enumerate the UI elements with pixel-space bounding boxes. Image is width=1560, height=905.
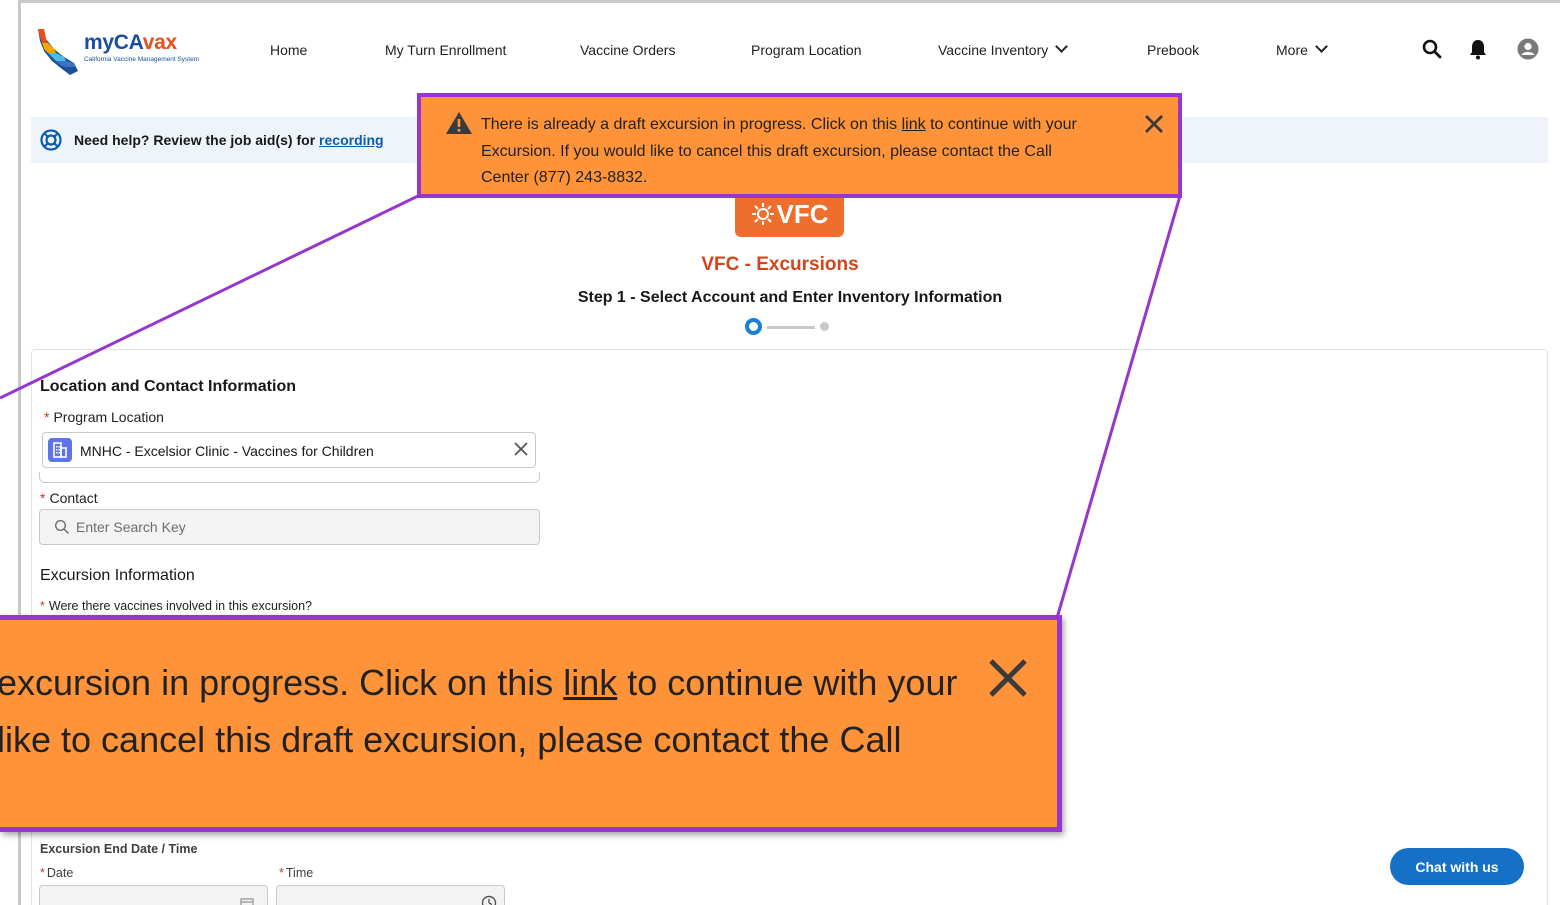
program-location-value: MNHC - Excelsior Clinic - Vaccines for C… <box>80 443 374 459</box>
step-1-indicator[interactable] <box>745 318 762 335</box>
contact-search-input[interactable] <box>39 509 540 545</box>
help-text: Need help? Review the job aid(s) for rec… <box>74 132 384 148</box>
date-label: * Date <box>40 866 74 880</box>
program-location-dropdown <box>39 472 540 483</box>
step-connector <box>767 326 815 329</box>
program-location-pill[interactable]: MNHC - Excelsior Clinic - Vaccines for C… <box>42 432 536 468</box>
search-icon[interactable] <box>1421 38 1443 60</box>
progress-stepper <box>745 318 835 336</box>
excursion-info-heading: Excursion Information <box>40 567 195 584</box>
logo-subtitle: California Vaccine Management System <box>84 56 200 63</box>
clock-icon <box>481 895 497 905</box>
nav-prebook[interactable]: Prebook <box>1147 42 1199 58</box>
vfc-badge-text: VFC <box>776 199 829 229</box>
clear-selection-icon[interactable] <box>512 440 530 458</box>
toast-zoom-callout: excursion in progress. Click on this lin… <box>0 615 1062 832</box>
warning-icon <box>446 112 472 134</box>
bell-icon[interactable] <box>1467 38 1489 60</box>
page-title: VFC - Excursions <box>701 254 859 275</box>
toast-zoom-message: excursion in progress. Click on this lin… <box>0 662 958 760</box>
building-icon <box>48 438 72 462</box>
close-icon <box>989 659 1027 697</box>
continue-draft-link-zoomed: link <box>563 662 618 703</box>
toast-message: There is already a draft excursion in pr… <box>481 116 1077 186</box>
lifebuoy-icon <box>40 129 62 151</box>
search-icon <box>54 519 70 535</box>
step-title: Step 1 - Select Account and Enter Invent… <box>577 289 1003 306</box>
nav-vaccine-inventory[interactable]: Vaccine Inventory <box>938 40 1069 58</box>
chevron-down-icon <box>1315 40 1328 53</box>
time-label: * Time <box>279 866 314 880</box>
chat-with-us-button[interactable]: Chat with us <box>1390 848 1524 885</box>
vfc-program-badge: VFC <box>735 196 844 237</box>
nav-vaccine-orders[interactable]: Vaccine Orders <box>580 42 675 58</box>
mycavax-logo[interactable]: myCAvax California Vaccine Management Sy… <box>34 27 234 77</box>
continue-draft-link[interactable]: link <box>902 116 926 133</box>
step-2-indicator[interactable] <box>820 322 829 331</box>
california-map-icon <box>38 29 78 75</box>
top-nav-bar: myCAvax California Vaccine Management Sy… <box>0 0 1560 100</box>
logo-wordmark: myCAvax <box>84 31 177 54</box>
nav-more-label: More <box>1276 42 1308 58</box>
location-contact-heading: Location and Contact Information <box>40 378 296 395</box>
help-job-aid-link[interactable]: recording <box>319 132 384 148</box>
nav-more[interactable]: More <box>1276 40 1328 58</box>
end-date-input[interactable] <box>39 885 268 905</box>
nav-home[interactable]: Home <box>270 42 307 58</box>
excursion-end-datetime-label: Excursion End Date / Time <box>40 842 198 856</box>
close-icon[interactable] <box>1143 113 1165 135</box>
vfc-sun-icon <box>751 203 774 225</box>
draft-excursion-toast: There is already a draft excursion in pr… <box>417 93 1182 198</box>
nav-my-turn-enrollment[interactable]: My Turn Enrollment <box>385 42 506 58</box>
calendar-icon <box>240 898 254 905</box>
contact-label: * Contact <box>40 490 98 506</box>
vaccines-involved-label: * Were there vaccines involved in this ex… <box>40 599 312 613</box>
chevron-down-icon <box>1055 40 1069 53</box>
program-location-label: * Program Location <box>44 409 164 425</box>
nav-vaccine-inventory-label: Vaccine Inventory <box>938 42 1049 58</box>
user-avatar-icon[interactable] <box>1517 38 1539 60</box>
end-time-input[interactable] <box>276 885 505 905</box>
nav-program-location[interactable]: Program Location <box>751 42 862 58</box>
